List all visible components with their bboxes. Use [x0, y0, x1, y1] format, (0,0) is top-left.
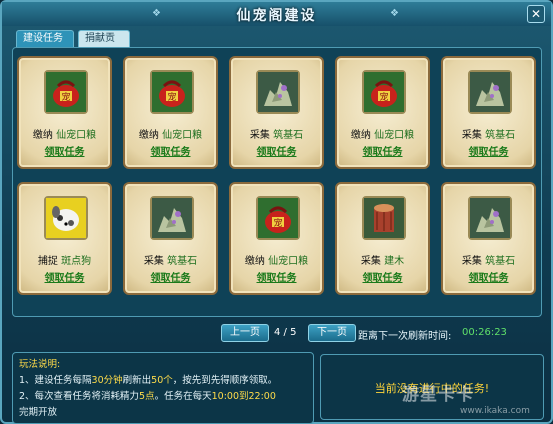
accept-task-link[interactable]: 领取任务 [19, 143, 110, 158]
accept-task-link[interactable]: 领取任务 [337, 143, 428, 158]
accept-task-link[interactable]: 领取任务 [125, 269, 216, 284]
close-button[interactable]: ✕ [527, 5, 545, 23]
food-bag-icon: 宠 [44, 70, 88, 114]
task-verb: 采集 [143, 256, 168, 267]
task-target: 仙宠口粮 [56, 130, 97, 141]
task-target: 筑基石 [485, 256, 516, 267]
svg-text:宠: 宠 [379, 91, 388, 103]
rule-text: ，按先到先得顺序领取。 [172, 375, 278, 386]
accept-task-link[interactable]: 领取任务 [19, 269, 110, 284]
task-card[interactable]: 采集 筑基石 领取任务 [229, 56, 324, 169]
task-target: 斑点狗 [61, 256, 92, 267]
task-label: 采集 筑基石 [231, 126, 322, 141]
task-verb: 采集 [461, 256, 486, 267]
task-label: 采集 筑基石 [125, 252, 216, 267]
task-label: 缴纳 仙宠口粮 [125, 126, 216, 141]
food-bag-icon: 宠 [150, 70, 194, 114]
watermark-logo: 游星卡卡 [402, 385, 474, 405]
task-card[interactable]: 宠缴纳 仙宠口粮 领取任务 [335, 56, 430, 169]
task-target: 仙宠口粮 [162, 130, 203, 141]
task-verb: 捕捉 [37, 256, 62, 267]
task-card[interactable]: 采集 筑基石 领取任务 [441, 182, 536, 295]
svg-text:宠: 宠 [167, 91, 176, 103]
accept-task-link[interactable]: 领取任务 [231, 143, 322, 158]
watermark-url: www.ikaka.com [460, 406, 530, 416]
accept-task-link[interactable]: 领取任务 [443, 143, 534, 158]
accept-task-link[interactable]: 领取任务 [231, 269, 322, 284]
task-target: 仙宠口粮 [268, 256, 309, 267]
rule-text: 2、每次查看任务将消耗精力 [19, 391, 140, 402]
accept-task-link[interactable]: 领取任务 [443, 269, 534, 284]
close-icon: ✕ [530, 7, 542, 21]
task-verb: 缴纳 [350, 130, 375, 141]
rule-text: 。任务在每天 [154, 391, 212, 402]
task-grid: 宠缴纳 仙宠口粮 领取任务宠缴纳 仙宠口粮 领取任务 采集 筑基石 领取任务宠缴纳 仙宠… [12, 47, 542, 317]
rule-highlight: 10:00到22:00 [211, 391, 276, 402]
task-label: 缴纳 仙宠口粮 [19, 126, 110, 141]
task-card[interactable]: 捕捉 斑点狗 领取任务 [17, 182, 112, 295]
window-title: 仙宠阁建设 [236, 8, 317, 24]
task-target: 仙宠口粮 [374, 130, 415, 141]
task-label: 采集 建木 [337, 252, 428, 267]
task-target: 建木 [384, 256, 405, 267]
accept-task-link[interactable]: 领取任务 [125, 143, 216, 158]
task-verb: 采集 [360, 256, 385, 267]
food-bag-icon: 宠 [256, 196, 300, 240]
page-indicator: 4 / 5 [274, 327, 297, 338]
task-verb: 采集 [249, 130, 274, 141]
task-verb: 缴纳 [32, 130, 57, 141]
task-target: 筑基石 [167, 256, 198, 267]
task-card[interactable]: 宠缴纳 仙宠口粮 领取任务 [17, 56, 112, 169]
ore-rock-icon [150, 196, 194, 240]
next-page-button[interactable]: 下一页 [308, 324, 356, 342]
task-label: 捕捉 斑点狗 [19, 252, 110, 267]
refresh-countdown-time: 00:26:23 [462, 327, 507, 338]
build-window: ❖ 仙宠阁建设 ❖ ✕ 建设任务 捐献贡献 宠缴纳 仙宠口粮领取任务宠缴纳 仙宠… [0, 0, 553, 424]
rule-highlight: 50个 [151, 375, 173, 386]
tree-stump-icon [362, 196, 406, 240]
task-verb: 缴纳 [244, 256, 269, 267]
rule-text: 刷新出 [122, 375, 152, 386]
task-target: 筑基石 [485, 130, 516, 141]
task-verb: 采集 [461, 130, 486, 141]
task-card[interactable]: 宠缴纳 仙宠口粮 领取任务 [123, 56, 218, 169]
task-verb: 缴纳 [138, 130, 163, 141]
spotted-dog-icon [44, 196, 88, 240]
rule-text: 1、建设任务每隔 [19, 375, 92, 386]
svg-text:宠: 宠 [273, 217, 282, 229]
task-label: 采集 筑基石 [443, 252, 534, 267]
task-card[interactable]: 采集 筑基石 领取任务 [123, 182, 218, 295]
task-card[interactable]: 采集 建木领取任务 [335, 182, 430, 295]
rules-panel[interactable]: 玩法说明: 1、建设任务每隔30分钟刷新出50个，按先到先得顺序领取。 2、每次… [12, 352, 314, 424]
rules-heading: 玩法说明: [19, 359, 61, 370]
ore-rock-icon [256, 70, 300, 114]
rule-highlight: 5点 [139, 391, 155, 402]
task-card[interactable]: 宠缴纳 仙宠口粮 领取任务 [229, 182, 324, 295]
task-label: 采集 筑基石 [443, 126, 534, 141]
food-bag-icon: 宠 [362, 70, 406, 114]
task-label: 缴纳 仙宠口粮 [231, 252, 322, 267]
ore-rock-icon [468, 70, 512, 114]
rules-line-2: 2、每次查看任务将消耗精力5点。任务在每天10:00到22:00 [19, 389, 307, 405]
task-target: 筑基石 [273, 130, 304, 141]
prev-page-button[interactable]: 上一页 [221, 324, 269, 342]
svg-text:宠: 宠 [61, 91, 70, 103]
tab-build-tasks[interactable]: 建设任务 [16, 30, 74, 47]
rule-highlight: 30分钟 [91, 375, 123, 386]
ore-rock-icon [468, 196, 512, 240]
accept-task-link[interactable]: 领取任务 [337, 269, 428, 284]
task-card[interactable]: 采集 筑基石 领取任务 [441, 56, 536, 169]
rules-line-3: 完期开放 [19, 407, 58, 418]
title-ornament-right-icon: ❖ [390, 8, 399, 19]
tab-donate[interactable]: 捐献贡献 [78, 30, 130, 60]
refresh-countdown-label: 距离下一次刷新时间: [358, 331, 452, 342]
task-label: 缴纳 仙宠口粮 [337, 126, 428, 141]
rules-line-1: 1、建设任务每隔30分钟刷新出50个，按先到先得顺序领取。 [19, 373, 307, 389]
title-bar: ❖ 仙宠阁建设 ❖ ✕ [2, 2, 551, 26]
